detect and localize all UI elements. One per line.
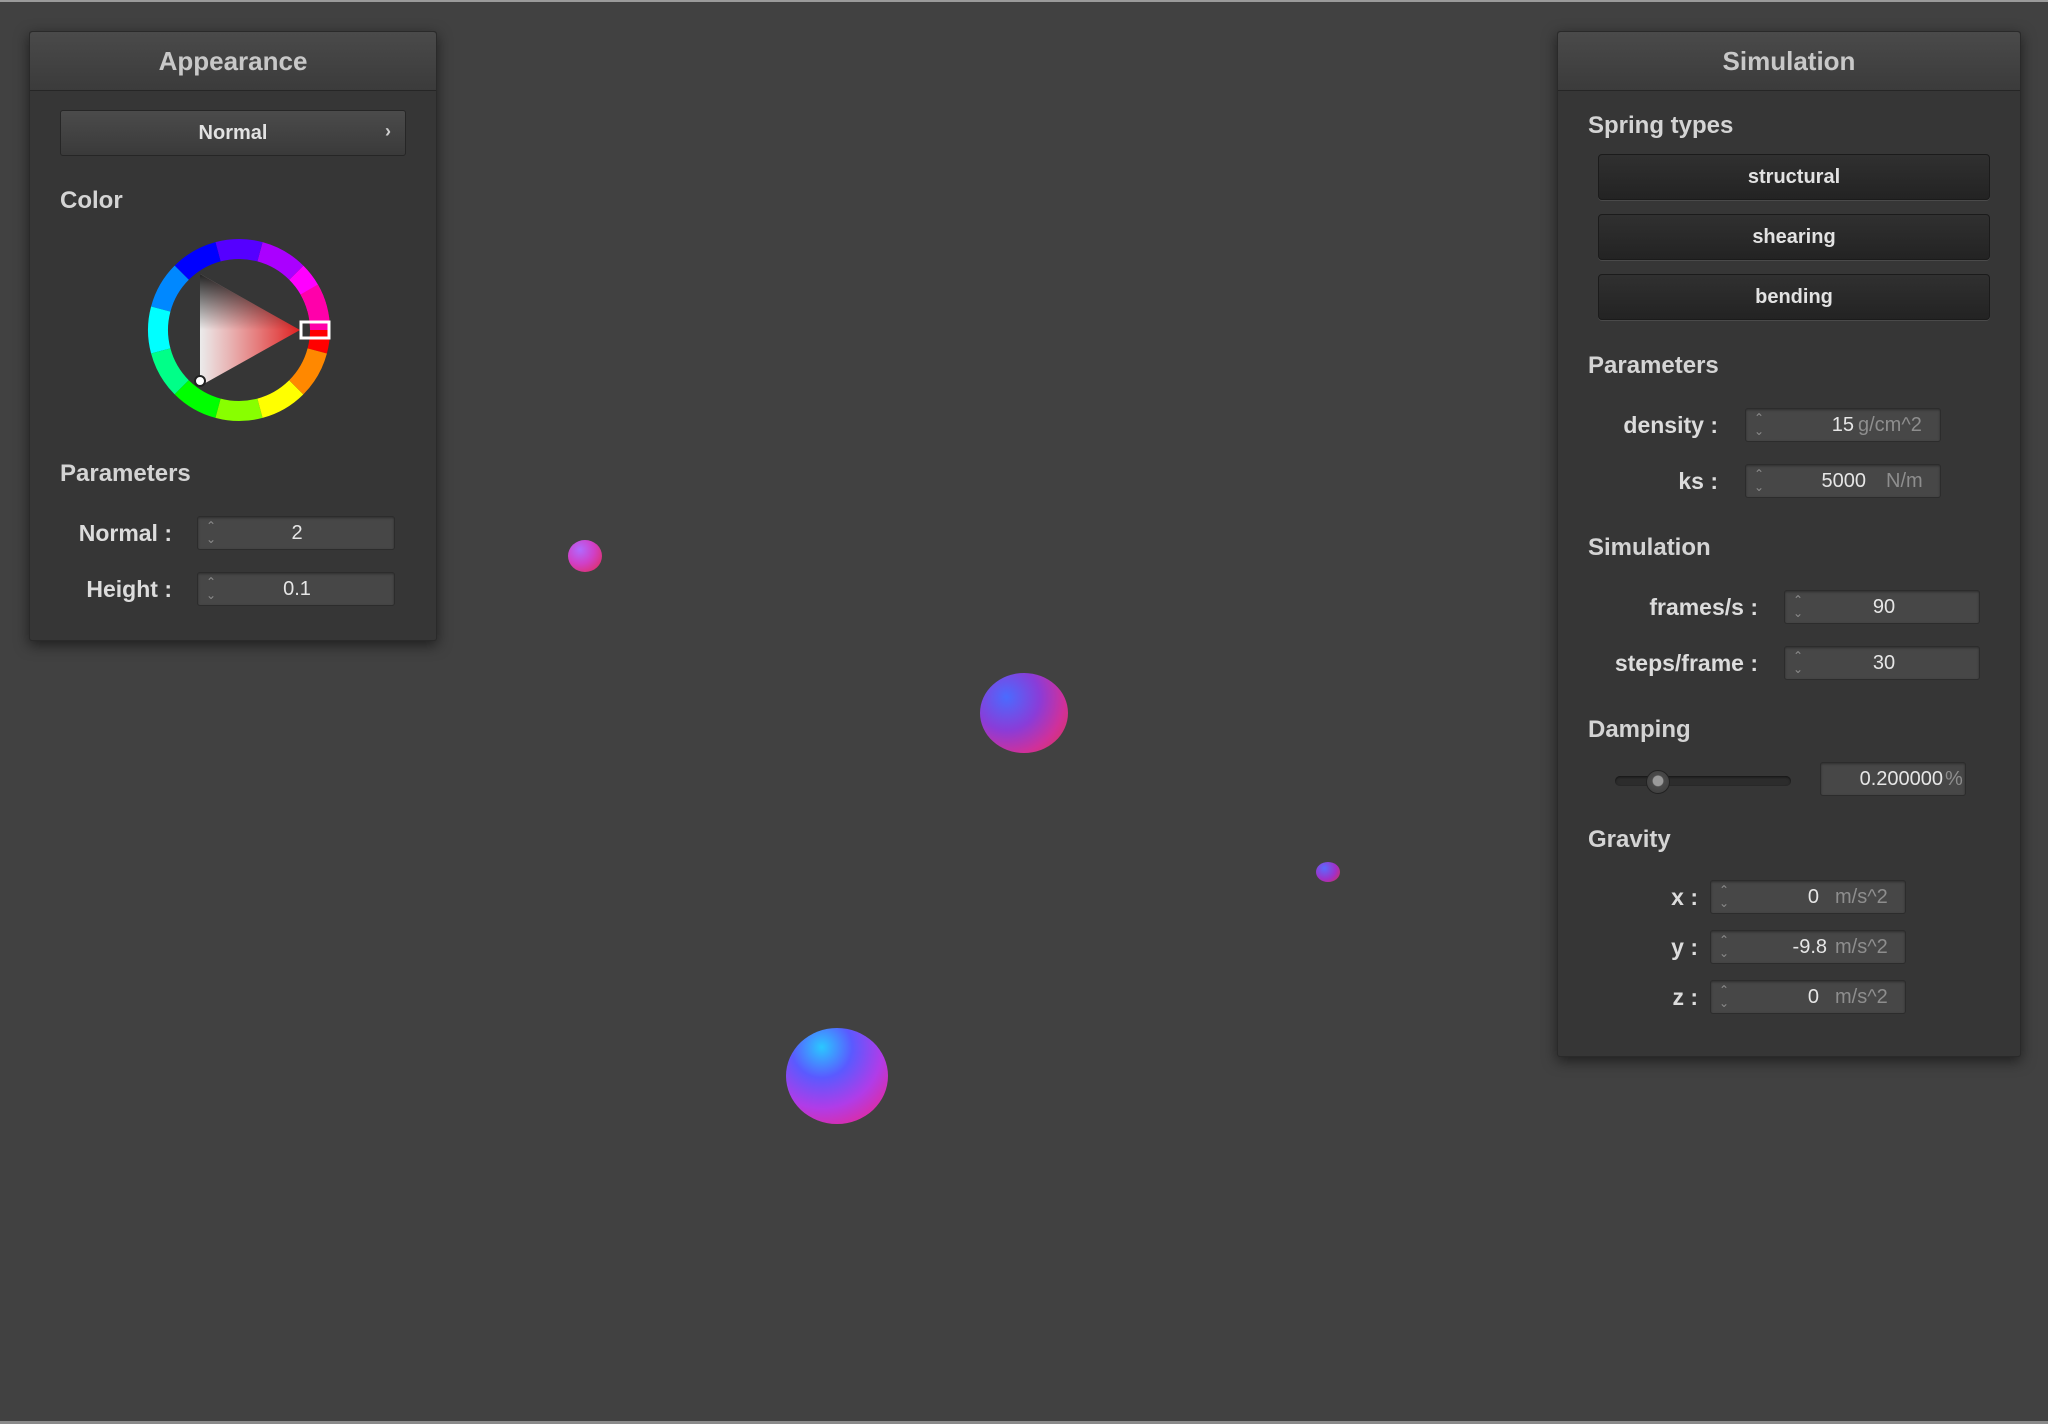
spring-types-title: Spring types [1588, 112, 1734, 139]
gravity-x-unit: m/s^2 [1835, 886, 1888, 908]
gravity-x-spinbox[interactable]: ⌃ ⌄ 0 m/s^2 [1710, 880, 1906, 914]
ks-value: 5000 [1821, 470, 1867, 492]
gravity-x-label: x : [1671, 884, 1698, 910]
sphere-object [568, 540, 602, 572]
density-label: density : [1623, 412, 1718, 438]
spin-arrows-icon[interactable]: ⌃ ⌄ [1791, 650, 1805, 676]
height-label: Height : [86, 576, 172, 602]
damping-slider[interactable] [1615, 768, 1791, 794]
damping-section-title: Damping [1588, 716, 1691, 743]
spin-arrows-icon[interactable]: ⌃ ⌄ [204, 576, 218, 602]
simulation-panel: Simulation Spring types structural shear… [1557, 31, 2021, 1057]
density-value: 15 [1831, 414, 1854, 436]
gravity-x-value: 0 [1807, 886, 1819, 908]
damping-value-box[interactable]: 0.200000 % [1820, 762, 1966, 796]
ks-unit: N/m [1886, 470, 1923, 492]
density-unit: g/cm^2 [1858, 414, 1922, 436]
spin-arrows-icon[interactable]: ⌃ ⌄ [1717, 984, 1731, 1010]
steps-spinbox[interactable]: ⌃ ⌄ 30 [1784, 646, 1980, 680]
structural-button[interactable]: structural [1598, 154, 1990, 200]
steps-label: steps/frame : [1614, 650, 1758, 676]
simulation-section-title: Simulation [1588, 534, 1711, 561]
gravity-z-spinbox[interactable]: ⌃ ⌄ 0 m/s^2 [1710, 980, 1906, 1014]
ks-label: ks : [1678, 468, 1718, 494]
steps-value: 30 [1872, 652, 1896, 674]
gravity-z-value: 0 [1807, 986, 1819, 1008]
spin-arrows-icon[interactable]: ⌃ ⌄ [1717, 934, 1731, 960]
mode-dropdown[interactable]: Normal › [60, 110, 406, 156]
normal-label: Normal : [78, 520, 172, 546]
bending-button[interactable]: bending [1598, 274, 1990, 320]
appearance-panel: Appearance Normal › Color Parameters Nor… [29, 31, 437, 641]
gravity-y-label: y : [1671, 934, 1698, 960]
density-spinbox[interactable]: ⌃ ⌄ 15 g/cm^2 [1745, 408, 1941, 442]
damping-slider-track [1615, 776, 1791, 786]
damping-value: 0.200000 [1859, 768, 1943, 790]
height-value: 0.1 [283, 578, 311, 600]
normal-value: 2 [291, 522, 303, 544]
gravity-y-spinbox[interactable]: ⌃ ⌄ -9.8 m/s^2 [1710, 930, 1906, 964]
fps-value: 90 [1872, 596, 1896, 618]
fps-label: frames/s : [1649, 594, 1758, 620]
chevron-right-icon: › [385, 121, 391, 141]
simulation-title: Simulation [1558, 32, 2020, 91]
gravity-y-unit: m/s^2 [1835, 936, 1888, 958]
spin-arrows-icon[interactable]: ⌃ ⌄ [204, 520, 218, 546]
spin-arrows-icon[interactable]: ⌃ ⌄ [1752, 412, 1766, 438]
fps-spinbox[interactable]: ⌃ ⌄ 90 [1784, 590, 1980, 624]
gravity-section-title: Gravity [1588, 826, 1671, 853]
mode-dropdown-label: Normal [198, 122, 268, 144]
damping-slider-handle[interactable] [1646, 770, 1670, 794]
height-spinbox[interactable]: ⌃ ⌄ 0.1 [197, 572, 395, 606]
spin-arrows-icon[interactable]: ⌃ ⌄ [1791, 594, 1805, 620]
simulation-parameters-title: Parameters [1588, 352, 1719, 379]
sphere-object [980, 673, 1068, 753]
color-section-title: Color [60, 187, 123, 214]
appearance-parameters-title: Parameters [60, 460, 191, 487]
gravity-z-unit: m/s^2 [1835, 986, 1888, 1008]
spin-arrows-icon[interactable]: ⌃ ⌄ [1752, 468, 1766, 494]
sphere-object [786, 1028, 888, 1124]
damping-unit: % [1945, 768, 1963, 790]
ks-spinbox[interactable]: ⌃ ⌄ 5000 N/m [1745, 464, 1941, 498]
gravity-z-label: z : [1672, 984, 1698, 1010]
sphere-object [1316, 862, 1340, 882]
appearance-title: Appearance [30, 32, 436, 91]
color-wheel-graphic [148, 239, 331, 421]
spin-arrows-icon[interactable]: ⌃ ⌄ [1717, 884, 1731, 910]
shearing-button[interactable]: shearing [1598, 214, 1990, 260]
color-wheel[interactable] [147, 238, 331, 422]
normal-spinbox[interactable]: ⌃ ⌄ 2 [197, 516, 395, 550]
gravity-y-value: -9.8 [1792, 936, 1827, 958]
